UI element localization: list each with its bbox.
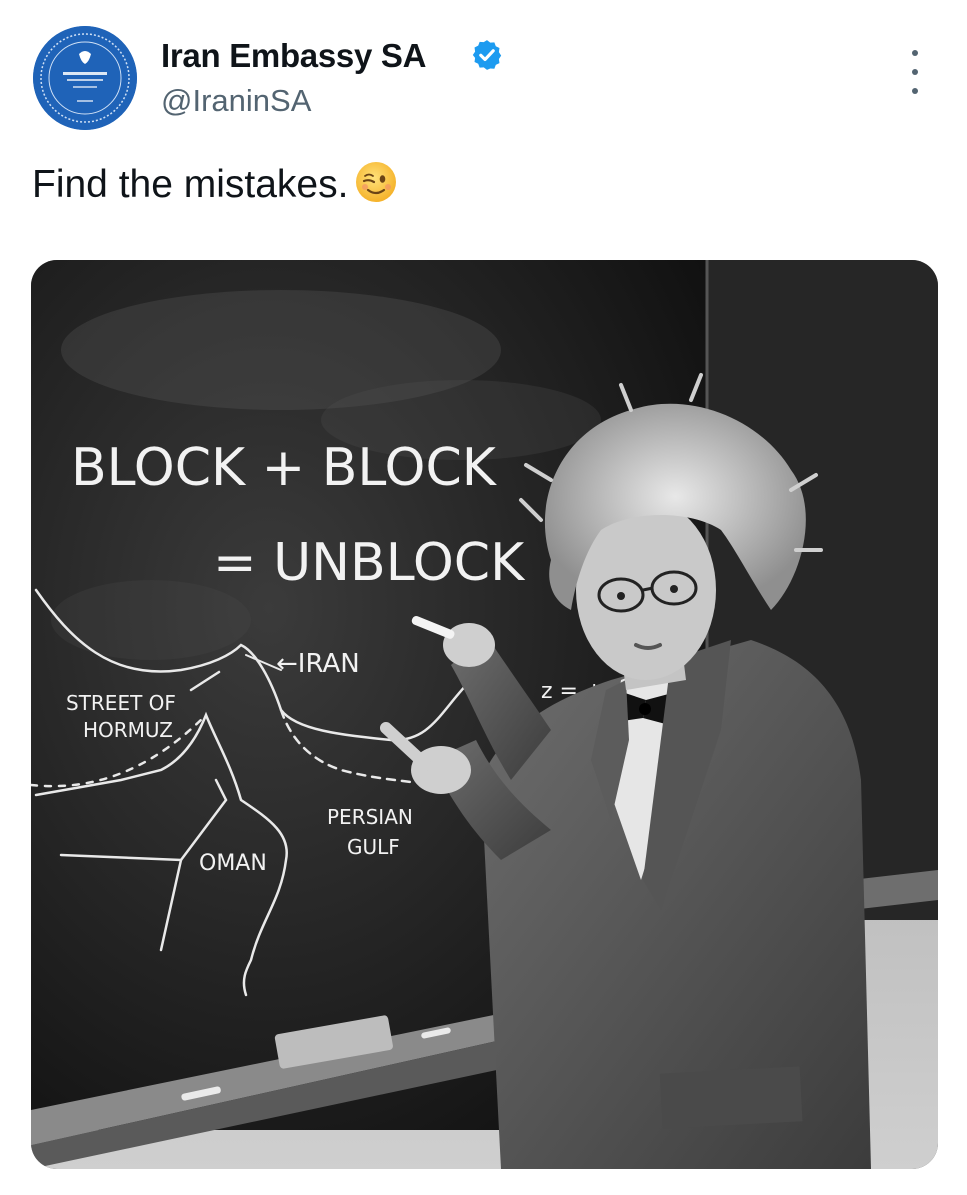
tweet-text: Find the mistakes. [32,160,398,210]
display-name[interactable]: Iran Embassy SA [161,36,426,76]
chalk-label-persian: PERSIAN [327,805,413,829]
chalk-label-street-of: STREET OF [66,691,176,715]
verified-badge-icon [472,40,502,70]
tweet-image[interactable]: BLOCK + BLOCK = UNBLOCK ←IRAN STREET OF … [31,260,938,1169]
more-options-icon[interactable] [900,50,930,94]
winking-face-icon [356,162,397,202]
chalk-text-unblock: = UNBLOCK [213,533,526,593]
chalk-label-gulf: GULF [347,835,400,859]
chalk-text-block-plus-block: BLOCK + BLOCK [71,438,498,498]
chalk-label-iran: ←IRAN [276,649,360,679]
chalk-label-oman: OMAN [199,851,267,876]
chalkboard-photo: BLOCK + BLOCK = UNBLOCK ←IRAN STREET OF … [31,260,938,1169]
tweet-card: Iran Embassy SA @IraninSA Find the mista… [0,0,967,1195]
user-handle[interactable]: @IraninSA [161,82,311,120]
chalk-label-hormuz: HORMUZ [83,718,173,742]
avatar[interactable] [33,26,137,130]
embassy-seal-icon [33,26,137,130]
tweet-text-content: Find the mistakes. [32,163,349,206]
